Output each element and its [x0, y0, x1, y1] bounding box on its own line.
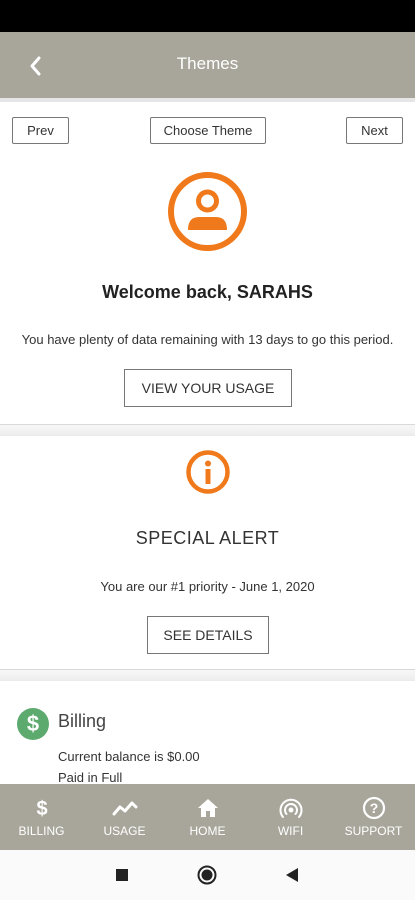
- billing-title[interactable]: Billing: [58, 711, 106, 732]
- svg-text:?: ?: [369, 800, 378, 816]
- svg-text:$: $: [36, 798, 47, 819]
- view-usage-button[interactable]: VIEW YOUR USAGE: [124, 369, 292, 407]
- dollar-circle-icon: $: [17, 708, 49, 740]
- next-button[interactable]: Next: [346, 117, 403, 144]
- app-header: Themes: [0, 32, 415, 98]
- page-title: Themes: [176, 54, 239, 73]
- nav-support-label: SUPPORT: [344, 824, 403, 838]
- nav-billing[interactable]: $ BILLING: [0, 784, 83, 850]
- help-icon: ?: [362, 796, 386, 820]
- nav-wifi[interactable]: WIFI: [249, 784, 332, 850]
- nav-support[interactable]: ? SUPPORT: [332, 784, 415, 850]
- home-circle-icon[interactable]: [197, 865, 217, 885]
- nav-billing-label: BILLING: [18, 824, 65, 838]
- recents-icon[interactable]: [115, 868, 129, 882]
- status-bar: [0, 0, 415, 32]
- nav-home[interactable]: HOME: [166, 784, 249, 850]
- bottom-navigation: $ BILLING USAGE HOME WIFI ? SUPPORT: [0, 784, 415, 850]
- section-divider: [0, 424, 415, 436]
- welcome-title: Welcome back, SARAHS: [102, 282, 313, 302]
- dollar-icon: $: [34, 796, 50, 820]
- nav-wifi-label: WIFI: [277, 824, 304, 838]
- prev-button[interactable]: Prev: [12, 117, 69, 144]
- system-navigation-bar: [0, 850, 415, 900]
- user-avatar-icon: [168, 172, 247, 251]
- alert-title: SPECIAL ALERT: [135, 528, 280, 548]
- back-triangle-icon[interactable]: [284, 867, 300, 883]
- info-icon: [186, 450, 230, 494]
- wifi-icon: [279, 796, 303, 820]
- alert-message: You are our #1 priority - June 1, 2020: [100, 579, 315, 594]
- svg-text:$: $: [27, 712, 39, 736]
- billing-balance: Current balance is $0.00: [58, 749, 200, 764]
- billing-status: Paid in Full: [58, 770, 123, 785]
- choose-theme-button[interactable]: Choose Theme: [150, 117, 266, 144]
- section-divider: [0, 669, 415, 681]
- nav-usage[interactable]: USAGE: [83, 784, 166, 850]
- nav-usage-label: USAGE: [103, 824, 146, 838]
- home-icon: [197, 796, 219, 820]
- trend-icon: [112, 796, 138, 820]
- nav-home-label: HOME: [189, 824, 226, 838]
- data-remaining-message: You have plenty of data remaining with 1…: [21, 332, 394, 347]
- see-details-button[interactable]: SEE DETAILS: [147, 616, 269, 654]
- header-shadow: [0, 98, 415, 102]
